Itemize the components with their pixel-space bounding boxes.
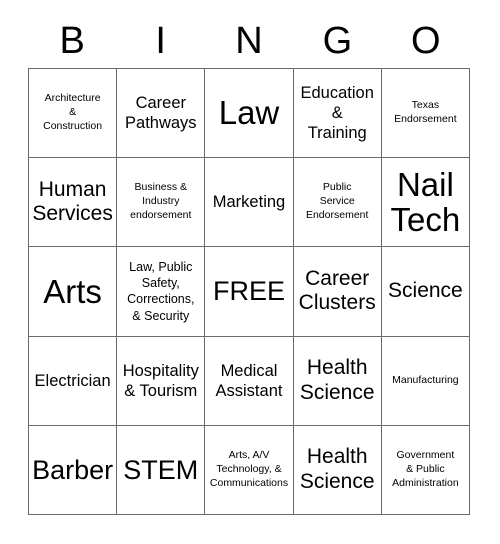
bingo-cell-label: Marketing	[212, 193, 286, 212]
bingo-cell-label: Career Clusters	[298, 266, 376, 315]
bingo-grid: Architecture & Construction Career Pathwa…	[28, 68, 470, 515]
bingo-header-row: B I N G O	[28, 14, 470, 68]
bingo-cell[interactable]: Manufacturing	[381, 336, 470, 426]
bingo-cell[interactable]: Hospitality & Tourism	[117, 336, 206, 426]
bingo-cell-label: Electrician	[34, 371, 111, 390]
bingo-cell[interactable]: Arts	[29, 247, 118, 337]
bingo-cell-label: Hospitality & Tourism	[122, 361, 199, 400]
bingo-header-letter-n: N	[235, 20, 263, 62]
bingo-header-letter-i: I	[155, 20, 166, 62]
bingo-cell-label: Health Science	[299, 355, 375, 404]
bingo-cell[interactable]: Human Services	[29, 158, 118, 248]
bingo-cell-label: Education & Training	[300, 83, 374, 143]
bingo-cell-label: Law, Public Safety, Corrections, & Secur…	[127, 259, 195, 323]
bingo-cell[interactable]: Career Pathways	[117, 69, 206, 159]
bingo-cell-label: Government & Public Administration	[392, 448, 459, 489]
bingo-cell[interactable]: Law, Public Safety, Corrections, & Secur…	[117, 247, 206, 337]
bingo-cell-label: Arts, A/V Technology, & Communications	[209, 448, 289, 489]
bingo-cell[interactable]: Texas Endorsement	[381, 69, 470, 159]
bingo-cell[interactable]: Health Science	[293, 425, 382, 515]
bingo-header-letter-b: B	[59, 20, 85, 62]
bingo-cell-label: Medical Assistant	[215, 361, 283, 400]
bingo-card: B I N G O Architecture & Construction Car…	[0, 0, 500, 544]
bingo-cell-label: Barber	[32, 454, 114, 485]
bingo-cell-label: Business & Industry endorsement	[130, 181, 192, 222]
bingo-header-letter-g: G	[322, 20, 353, 62]
bingo-cell[interactable]: Barber	[29, 425, 118, 515]
bingo-cell-label: Law	[218, 94, 280, 132]
bingo-cell-label: Science	[388, 279, 463, 303]
bingo-cell-label: Texas Endorsement	[394, 99, 457, 126]
bingo-cell[interactable]: Law	[205, 69, 294, 159]
bingo-cell-label: Nail Tech	[390, 165, 461, 239]
bingo-cell[interactable]: Career Clusters	[293, 247, 382, 337]
bingo-cell-label: Arts	[43, 272, 102, 310]
bingo-cell[interactable]: Health Science	[293, 336, 382, 426]
bingo-cell[interactable]: Medical Assistant	[205, 336, 294, 426]
bingo-header-letter-o: O	[411, 20, 441, 62]
bingo-cell[interactable]: Education & Training	[293, 69, 382, 159]
bingo-cell[interactable]: STEM	[117, 425, 206, 515]
bingo-cell[interactable]: Architecture & Construction	[29, 69, 118, 159]
bingo-cell[interactable]: Nail Tech	[381, 158, 470, 248]
bingo-cell-label: Career Pathways	[125, 93, 197, 133]
bingo-cell[interactable]: Public Service Endorsement	[293, 158, 382, 248]
bingo-cell-label: Public Service Endorsement	[305, 181, 369, 222]
bingo-cell[interactable]: Business & Industry endorsement	[117, 158, 206, 248]
bingo-cell-label: Human Services	[32, 177, 113, 226]
bingo-cell[interactable]: Marketing	[205, 158, 294, 248]
bingo-cell[interactable]: Science	[381, 247, 470, 337]
bingo-cell[interactable]: Government & Public Administration	[381, 425, 470, 515]
bingo-cell-label: Manufacturing	[392, 373, 459, 386]
bingo-cell[interactable]: Electrician	[29, 336, 118, 426]
bingo-cell-label: Architecture & Construction	[43, 92, 103, 133]
bingo-cell-label: FREE	[212, 276, 285, 307]
bingo-cell[interactable]: Arts, A/V Technology, & Communications	[205, 425, 294, 515]
bingo-cell-label: Health Science	[299, 445, 375, 493]
bingo-free-space-cell[interactable]: FREE	[205, 247, 294, 337]
bingo-cell-label: STEM	[123, 454, 199, 485]
